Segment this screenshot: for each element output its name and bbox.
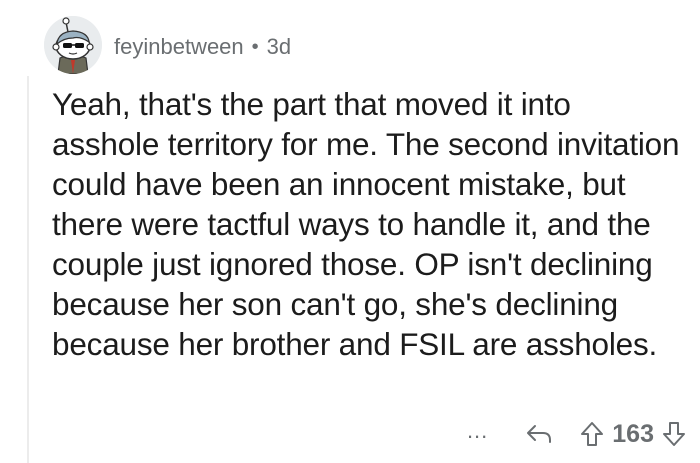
downvote-arrow-icon[interactable] [662,421,686,447]
comment-meta: feyinbetween • 3d [114,34,291,60]
comment-body: Yeah, that's the part that moved it into… [52,86,680,362]
comment-actions: ... 163 [467,414,686,454]
avatar[interactable] [44,16,102,74]
username[interactable]: feyinbetween [114,34,244,60]
more-options-button[interactable]: ... [467,418,488,444]
meta-separator: • [251,35,259,58]
thread-line [27,76,29,463]
comment-header: feyinbetween • 3d [44,12,291,78]
reply-arrow-icon[interactable] [526,423,552,445]
vote-score: 163 [612,419,654,448]
upvote-arrow-icon[interactable] [580,421,604,447]
snoo-avatar-icon [44,16,102,74]
comment-age: 3d [266,34,292,59]
